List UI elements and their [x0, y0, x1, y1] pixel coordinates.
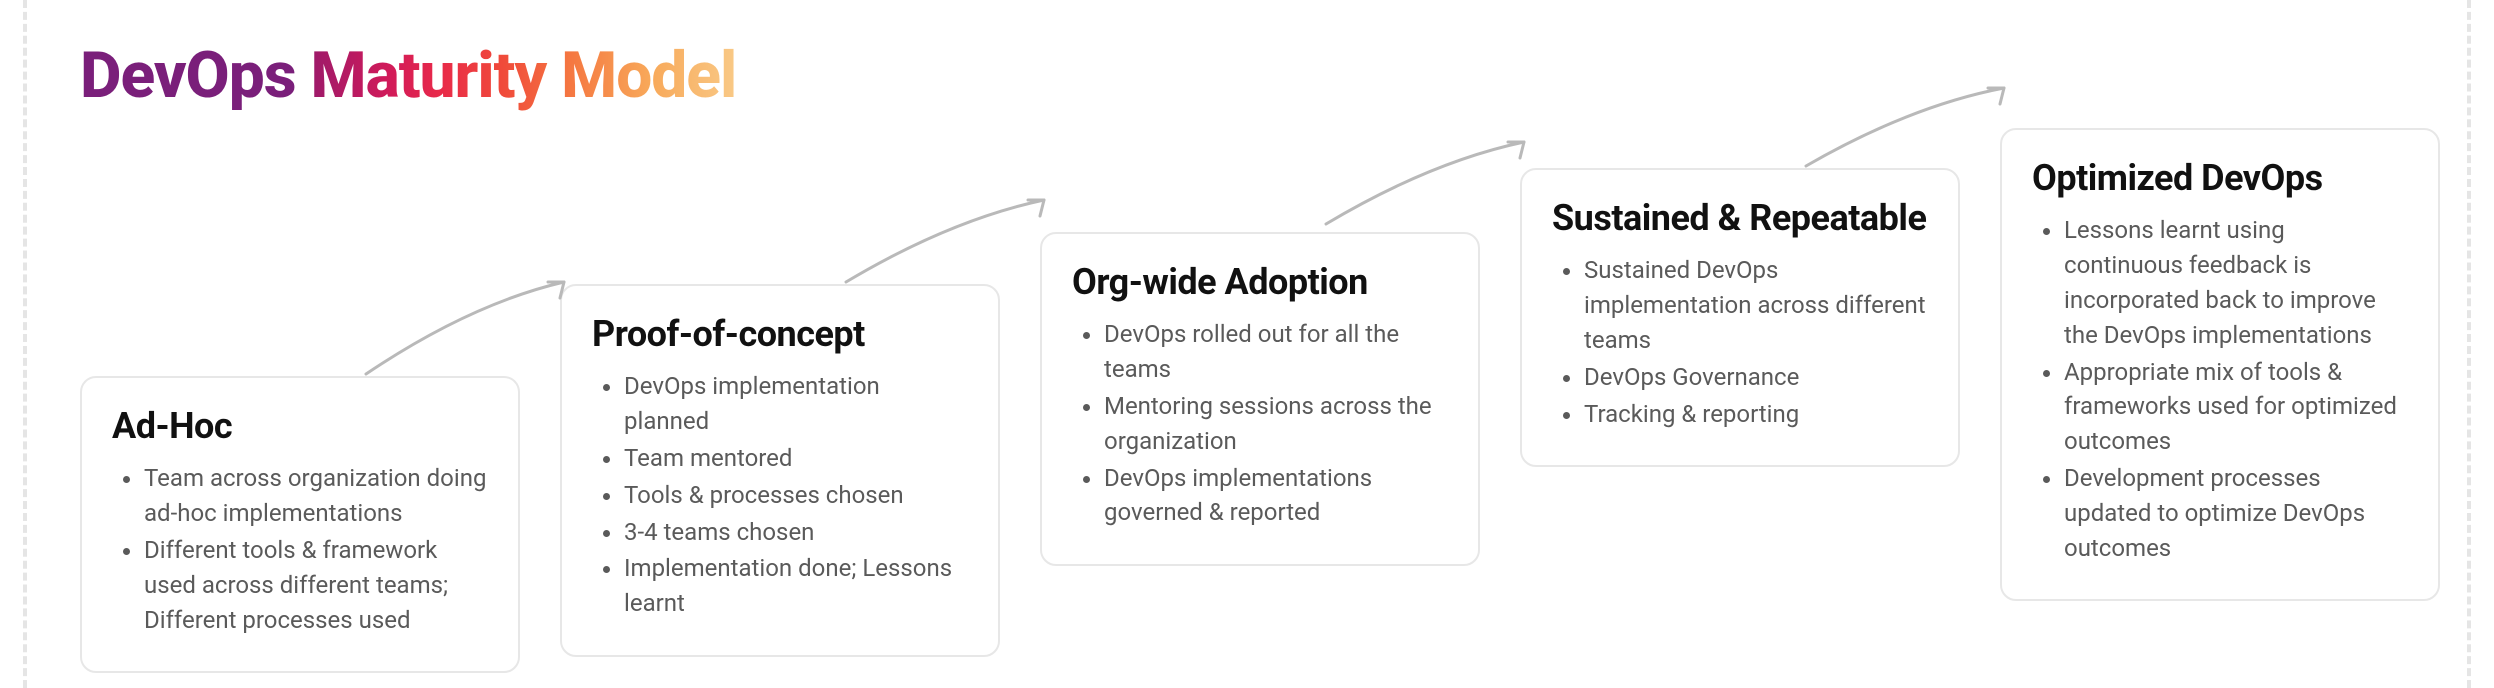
stage-points: Team across organization doing ad-hoc im… — [112, 461, 488, 637]
stage-heading: Optimized DevOps — [2032, 158, 2408, 199]
stage-heading: Ad-Hoc — [112, 406, 488, 447]
list-item: DevOps Governance — [1584, 360, 1928, 395]
title-word-2: Maturity — [311, 38, 547, 113]
stage-heading: Sustained & Repeatable — [1552, 198, 1928, 239]
list-item: Development processes updated to optimiz… — [2064, 461, 2408, 565]
stage-points: Sustained DevOps implementation across d… — [1552, 253, 1928, 431]
stage-optimized-devops: Optimized DevOps Lessons learnt using co… — [2000, 128, 2440, 601]
list-item: DevOps implementations governed & report… — [1104, 461, 1448, 531]
list-item: Different tools & framework used across … — [144, 533, 488, 637]
list-item: Lessons learnt using continuous feedback… — [2064, 213, 2408, 352]
list-item: Implementation done; Lessons learnt — [624, 551, 968, 621]
list-item: Team mentored — [624, 441, 968, 476]
list-item: DevOps rolled out for all the teams — [1104, 317, 1448, 387]
stage-sustained-repeatable: Sustained & Repeatable Sustained DevOps … — [1520, 168, 1960, 467]
stage-heading: Proof-of-concept — [592, 314, 968, 355]
list-item: Tools & processes chosen — [624, 478, 968, 513]
stage-points: DevOps implementation planned Team mento… — [592, 369, 968, 621]
list-item: DevOps implementation planned — [624, 369, 968, 439]
title-word-3: Model — [561, 38, 736, 113]
list-item: Sustained DevOps implementation across d… — [1584, 253, 1928, 357]
list-item: Tracking & reporting — [1584, 397, 1928, 432]
stage-points: Lessons learnt using continuous feedback… — [2032, 213, 2408, 565]
stage-org-wide-adoption: Org-wide Adoption DevOps rolled out for … — [1040, 232, 1480, 566]
list-item: Appropriate mix of tools & frameworks us… — [2064, 355, 2408, 459]
page-title: DevOps Maturity Model — [80, 38, 736, 113]
stage-proof-of-concept: Proof-of-concept DevOps implementation p… — [560, 284, 1000, 657]
title-word-1: DevOps — [80, 38, 296, 113]
stage-ad-hoc: Ad-Hoc Team across organization doing ad… — [80, 376, 520, 673]
stage-points: DevOps rolled out for all the teams Ment… — [1072, 317, 1448, 530]
list-item: Team across organization doing ad-hoc im… — [144, 461, 488, 531]
list-item: Mentoring sessions across the organizati… — [1104, 389, 1448, 459]
stage-heading: Org-wide Adoption — [1072, 262, 1448, 303]
list-item: 3-4 teams chosen — [624, 515, 968, 550]
